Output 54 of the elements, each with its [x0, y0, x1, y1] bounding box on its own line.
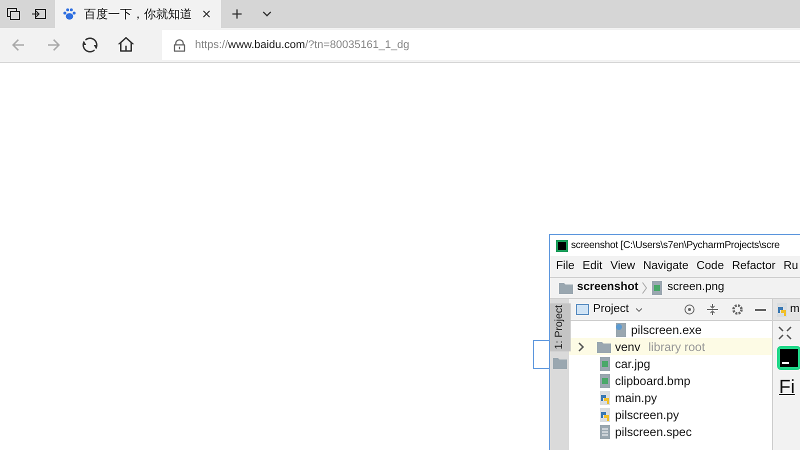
menu-item[interactable]: Edit: [582, 258, 602, 276]
chevron-right-icon: [642, 282, 648, 294]
image-file-icon: [599, 356, 611, 370]
file-name: main.py: [615, 390, 658, 406]
address-field[interactable]: https://www.baidu.com/?tn=80035161_1_dg: [162, 30, 800, 60]
python-file-icon: [776, 302, 788, 316]
window-title: screenshot [C:\Users\s7en\PycharmProjects\scre: [571, 239, 780, 253]
tabs-icon[interactable]: [7, 8, 20, 20]
folder-icon: [597, 340, 611, 352]
image-file-icon: [651, 281, 664, 295]
expand-icon[interactable]: [778, 326, 792, 340]
menu-item[interactable]: Code: [696, 258, 724, 276]
app-logo-icon: [777, 346, 800, 370]
home-icon[interactable]: [117, 36, 135, 54]
welcome-heading: Fi: [779, 376, 796, 400]
library-root-label: library root: [648, 338, 706, 356]
editor-tab[interactable]: m: [773, 299, 800, 321]
set-aside-tabs-icon[interactable]: [32, 9, 46, 19]
folder-icon: [559, 282, 573, 294]
file-name: venv: [615, 338, 640, 356]
menu-item[interactable]: Ru: [783, 258, 798, 276]
file-name: pilscreen.py: [615, 406, 680, 424]
image-file-icon: [599, 374, 611, 388]
url-text: https://www.baidu.com/?tn=80035161_1_dg: [195, 38, 410, 53]
file-icon: [615, 322, 627, 336]
menu-item[interactable]: File: [556, 258, 575, 276]
tab-title: 百度一下，你就知道: [84, 6, 192, 23]
app-icon: [556, 240, 568, 252]
chevron-right-icon[interactable]: [577, 342, 585, 352]
file-name: pilscreen.exe: [631, 322, 702, 338]
panel-title[interactable]: Project: [593, 300, 629, 318]
browser-tab[interactable]: 百度一下，你就知道: [55, 0, 221, 28]
collapse-icon[interactable]: [707, 304, 718, 315]
file-name: clipboard.bmp: [615, 372, 690, 390]
breadcrumb-item[interactable]: screen.png: [667, 279, 724, 297]
crosshair-icon[interactable]: [684, 304, 695, 315]
minimize-icon[interactable]: [755, 308, 766, 310]
folder-icon: [552, 357, 566, 370]
breadcrumb-item[interactable]: screenshot: [577, 279, 638, 297]
paw-icon: [63, 7, 76, 21]
text-file-icon: [599, 424, 611, 438]
settings-icon[interactable]: [732, 304, 743, 315]
menu-item[interactable]: Refactor: [732, 258, 776, 276]
project-side-tab[interactable]: 1: Project: [550, 303, 570, 352]
python-file-icon: [599, 408, 611, 422]
tree-row[interactable]: venv library root: [569, 338, 772, 355]
lock-icon: [172, 38, 187, 52]
menu-item[interactable]: View: [610, 258, 636, 276]
refresh-icon[interactable]: [81, 36, 99, 54]
file-name: car.jpg: [615, 356, 650, 372]
python-file-icon: [599, 390, 611, 404]
menu-item[interactable]: Navigate: [643, 258, 688, 276]
file-name: pilscreen.spec: [615, 424, 692, 440]
panel-icon: [576, 304, 589, 315]
